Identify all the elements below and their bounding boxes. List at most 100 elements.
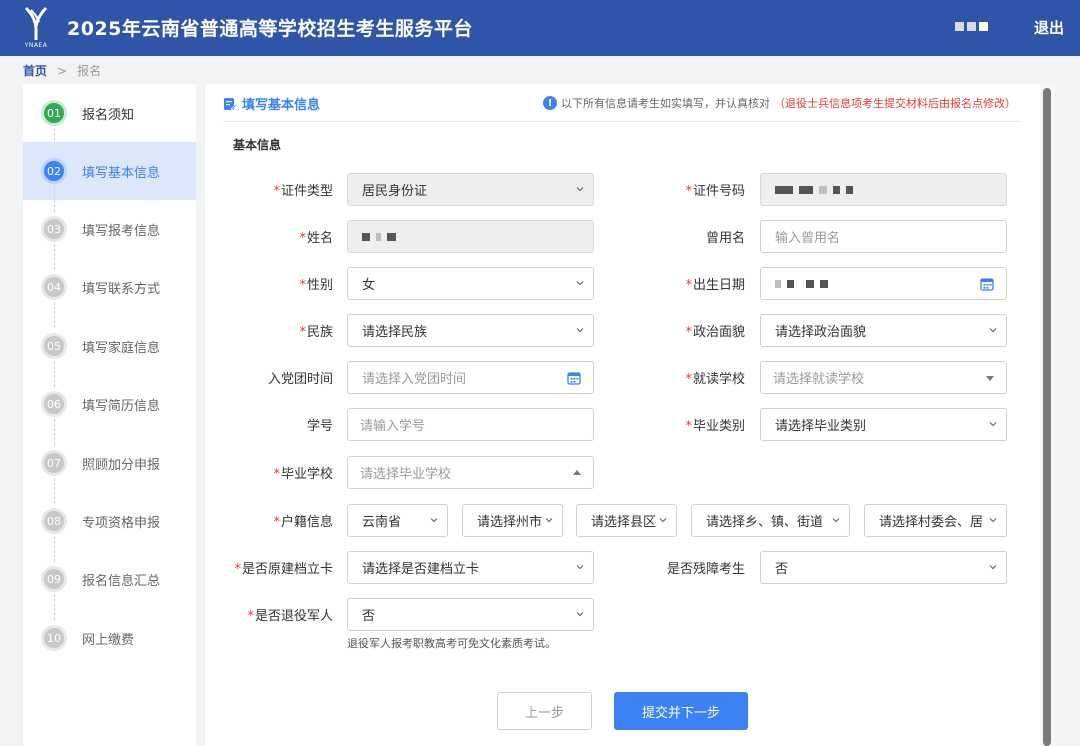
scrollbar-thumb[interactable]	[1043, 88, 1051, 746]
id-number-field	[760, 173, 1007, 206]
edit-form-icon	[224, 97, 237, 110]
id-type-select[interactable]: 居民身份证	[347, 173, 594, 206]
student-no-input[interactable]: 请输入学号	[347, 408, 594, 441]
step-number: 03	[41, 216, 67, 242]
divider	[223, 121, 1021, 122]
political-status-select[interactable]: 请选择政治面貌	[760, 314, 1007, 347]
breadcrumb-separator: >	[57, 64, 68, 78]
chevron-down-icon	[576, 328, 584, 333]
caret-down-icon	[986, 376, 994, 381]
user-name-masked	[955, 22, 988, 31]
step-label: 填写家庭信息	[82, 341, 161, 356]
step-label: 报名须知	[82, 108, 135, 123]
graduate-school-label: *毕业学校	[273, 467, 333, 482]
disabled-label: 是否残障考生	[666, 562, 745, 577]
chevron-down-icon	[576, 565, 584, 570]
step-label: 填写基本信息	[82, 166, 161, 181]
former-name-input[interactable]: 输入曾用名	[760, 220, 1007, 253]
birth-date-picker[interactable]	[760, 267, 1007, 300]
logo-text: YNAEA	[24, 42, 48, 49]
archive-card-select[interactable]: 请选择是否建档立卡	[347, 551, 594, 584]
veteran-select[interactable]: 否	[347, 598, 594, 631]
logo-icon	[24, 6, 48, 40]
household-county-select[interactable]: 请选择县区	[576, 504, 677, 537]
veteran-hint: 退役军人报考职教高考可免文化素质考试。	[347, 637, 556, 650]
step-number: 08	[41, 508, 67, 534]
sidebar-step-summary[interactable]: 09 报名信息汇总	[23, 550, 196, 620]
current-school-placeholder: 请选择就读学校	[773, 372, 865, 387]
name-label: *姓名	[299, 231, 333, 246]
calendar-icon[interactable]	[980, 277, 994, 291]
notice-red-text: （退役士兵信息项考生提交材料后由报名点修改）	[774, 97, 1016, 110]
veteran-label: *是否退役军人	[247, 609, 333, 624]
chevron-down-icon	[989, 518, 997, 523]
party-join-date-picker[interactable]: 请选择入党团时间	[347, 361, 594, 394]
sidebar-step-payment[interactable]: 10 网上缴费	[23, 609, 196, 667]
info-icon: !	[543, 96, 557, 110]
disabled-select[interactable]: 否	[760, 551, 1007, 584]
household-town-select[interactable]: 请选择乡、镇、街道	[691, 504, 850, 537]
submit-next-button[interactable]: 提交并下一步	[614, 692, 748, 730]
prev-step-button[interactable]: 上一步	[497, 692, 592, 730]
chevron-down-icon	[430, 518, 438, 523]
graduate-type-select[interactable]: 请选择毕业类别	[760, 408, 1007, 441]
app-header: YNAEA 2025年云南省普通高等学校招生考生服务平台 退出	[0, 0, 1080, 56]
chevron-down-icon	[989, 328, 997, 333]
sidebar-step-basic-info[interactable]: 02 填写基本信息	[23, 142, 196, 212]
sidebar-step-notice[interactable]: 01 报名须知	[23, 84, 196, 154]
step-number: 04	[41, 274, 67, 300]
breadcrumb-home[interactable]: 首页	[23, 64, 47, 78]
app-title: 2025年云南省普通高等学校招生考生服务平台	[67, 18, 473, 40]
household-city-select[interactable]: 请选择州市	[462, 504, 563, 537]
current-school-select[interactable]: 请选择就读学校	[760, 361, 1007, 394]
logout-button[interactable]: 退出	[1034, 17, 1064, 38]
section-title: 基本信息	[223, 136, 294, 156]
graduate-type-label: *毕业类别	[685, 419, 745, 434]
chevron-down-icon	[989, 422, 997, 427]
sidebar-step-contact[interactable]: 04 填写联系方式	[23, 258, 196, 328]
step-number: 07	[41, 450, 67, 476]
sidebar-step-exam-info[interactable]: 03 填写报考信息	[23, 200, 196, 270]
chevron-down-icon	[989, 565, 997, 570]
breadcrumb: 首页 > 报名	[23, 62, 101, 79]
sidebar-step-bonus-points[interactable]: 07 照顾加分申报	[23, 434, 196, 504]
id-type-value: 居民身份证	[362, 184, 428, 199]
step-number: 01	[41, 100, 67, 126]
step-number: 06	[41, 391, 67, 417]
gender-select[interactable]: 女	[347, 267, 594, 300]
graduate-school-select[interactable]: 请选择毕业学校	[347, 456, 594, 489]
step-label: 填写报考信息	[82, 224, 161, 239]
household-label: *户籍信息	[273, 515, 333, 530]
ethnicity-value: 请选择民族	[362, 325, 428, 340]
party-join-date-placeholder: 请选择入党团时间	[362, 372, 467, 387]
household-province-select[interactable]: 云南省	[347, 504, 448, 537]
household-village-select[interactable]: 请选择村委会、居	[864, 504, 1007, 537]
id-type-label: *证件类型	[273, 184, 333, 199]
party-join-date-label: 入党团时间	[267, 372, 333, 387]
step-number: 10	[41, 625, 67, 651]
chevron-down-icon	[832, 518, 840, 523]
calendar-icon[interactable]	[567, 371, 581, 385]
ethnicity-label: *民族	[299, 325, 333, 340]
ethnicity-select[interactable]: 请选择民族	[347, 314, 594, 347]
step-sidebar: 01 报名须知 02 填写基本信息 03 填写报考信息 04 填写联系方式 05…	[23, 84, 196, 746]
chevron-down-icon	[576, 281, 584, 286]
political-status-value: 请选择政治面貌	[775, 325, 867, 340]
archive-card-value: 请选择是否建档立卡	[362, 562, 480, 577]
step-label: 填写简历信息	[82, 399, 161, 414]
sidebar-step-special-qualification[interactable]: 08 专项资格申报	[23, 492, 196, 562]
gender-value: 女	[362, 278, 376, 293]
sidebar-step-family[interactable]: 05 填写家庭信息	[23, 317, 196, 387]
political-status-label: *政治面貌	[685, 325, 745, 340]
step-label: 专项资格申报	[82, 516, 161, 531]
former-name-label: 曾用名	[705, 231, 745, 246]
panel-title-text: 填写基本信息	[242, 98, 321, 113]
step-number: 02	[41, 158, 67, 184]
sidebar-step-resume[interactable]: 06 填写简历信息	[23, 375, 196, 445]
chevron-down-icon	[576, 612, 584, 617]
graduate-school-placeholder: 请选择毕业学校	[360, 467, 452, 482]
student-no-label: 学号	[306, 419, 333, 434]
disabled-value: 否	[775, 562, 789, 577]
household-city-value: 请选择州市	[477, 515, 543, 530]
household-province-value: 云南省	[362, 515, 402, 530]
